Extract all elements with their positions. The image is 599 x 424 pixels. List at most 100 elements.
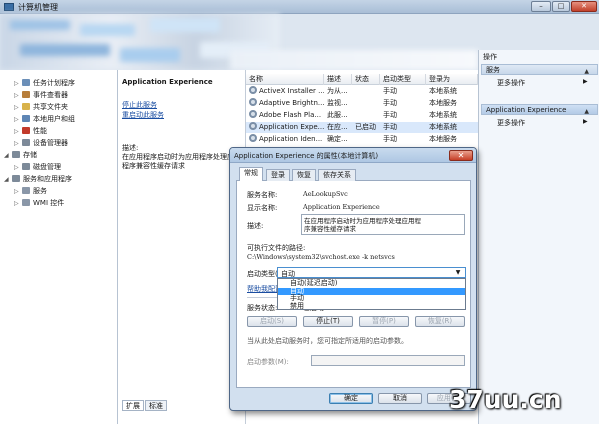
actions-section-header[interactable]: 服务 ▲ [481,64,598,75]
service-startup-cell: 手动 [383,135,397,143]
list-rows: ActiveX Installer ... 为从... 手动 本地系统 Adaptive… [246,86,478,146]
service-name-label: 服务名称: [247,191,278,199]
start-params-input[interactable] [311,355,465,366]
startup-option[interactable]: 禁用 [278,302,465,310]
dialog-title: Application Experience 的属性(本地计算机) [234,152,379,160]
service-gear-icon [249,134,257,142]
chevron-down-icon[interactable]: ▼ [453,268,463,277]
tree-item[interactable]: ▷ 共享文件夹 [14,102,68,113]
tree-item[interactable]: ▷ 本地用户和组 [14,114,75,125]
tree-item-icon [22,79,30,86]
view-tab[interactable]: 标准 [145,400,167,411]
collapse-arrow-icon[interactable]: ▲ [584,106,589,117]
stop-service-link[interactable]: 停止此服务 [122,100,157,110]
startup-option[interactable]: 自动 [278,287,465,295]
more-actions-link[interactable]: 更多操作 ▶ [497,78,588,88]
service-status-cell: 已启动 [355,123,376,131]
service-desc-cell: 确定... [327,135,348,143]
ok-button[interactable]: 确定 [329,393,373,404]
tree-item-label: WMI 控件 [33,199,65,207]
dialog-tab[interactable]: 常规 [239,167,263,181]
tree-item[interactable]: ▷ 任务计划程序 [14,78,75,89]
expand-arrow-icon[interactable]: ▷ [14,162,22,173]
tree-item-label: 磁盘管理 [33,163,61,171]
actions-pane: 操作 服务 ▲ 更多操作 ▶ Application Experience ▲ 更多操作 ▶ [478,50,599,424]
expand-arrow-icon[interactable]: ▷ [14,114,22,125]
tree-item[interactable]: ◢ 存储 [4,150,37,161]
tree-item-label: 设备管理器 [33,139,68,147]
selected-service-name: Application Experience [122,78,213,86]
expand-arrow-icon[interactable]: ◢ [4,174,12,185]
expand-arrow-icon[interactable]: ◢ [4,150,12,161]
service-logon-cell: 本地系统 [429,123,457,131]
service-desc-cell: 在应... [327,123,348,131]
start-params-hint: 当从此处启动服务时，您可指定所适用的启动参数。 [247,337,408,345]
submenu-arrow-icon: ▶ [583,118,588,125]
expand-arrow-icon[interactable]: ▷ [14,126,22,137]
expand-arrow-icon[interactable]: ▷ [14,198,22,209]
tree-item-label: 性能 [33,127,47,135]
resume-button[interactable]: 恢复(R) [415,316,465,327]
tree-item[interactable]: ▷ 设备管理器 [14,138,68,149]
restart-service-link[interactable]: 重启动此服务 [122,110,164,120]
maximize-button[interactable]: □ [552,1,570,12]
startup-type-combobox[interactable]: 自动 ▼ [277,267,466,278]
pause-button[interactable]: 暂停(P) [359,316,409,327]
general-tab-panel: 服务名称: AeLookupSvc 显示名称: Application Expe… [236,180,471,388]
service-row[interactable]: Application Iden... 确定... 手动 本地服务 [246,134,478,145]
service-row[interactable]: Adobe Flash Pla... 此服... 手动 本地系统 [246,110,478,121]
tree-item-icon [22,115,30,122]
more-actions-label: 更多操作 [497,79,525,87]
expand-arrow-icon[interactable]: ▷ [14,90,22,101]
collapse-arrow-icon[interactable]: ▲ [584,66,589,77]
service-startup-cell: 手动 [383,87,397,95]
dialog-tab[interactable]: 登录 [266,169,290,181]
computer-management-icon [4,3,14,11]
actions-section-label: 服务 [486,66,500,74]
tree-item-icon [22,91,30,98]
expand-arrow-icon[interactable]: ▷ [14,78,22,89]
more-actions-link[interactable]: 更多操作 ▶ [497,118,588,128]
expand-arrow-icon[interactable]: ▷ [14,186,22,197]
column-header[interactable]: 登录为 [426,74,478,85]
navigation-tree: ▷ 任务计划程序 ▷ 事件查看器 ▷ 共享文件夹 ▷ 本地用户和组 ▷ 性能 ▷ 设备管理器 ◢ 存储 ▷ 磁… [0,70,118,424]
stop-button[interactable]: 停止(T) [303,316,353,327]
actions-section-header[interactable]: Application Experience ▲ [481,104,598,115]
service-row[interactable]: Application Expe... 在应... 已启动 手动 本地系统 [246,122,478,133]
tree-item[interactable]: ▷ 服务 [14,186,47,197]
tree-item[interactable]: ▷ 性能 [14,126,47,137]
start-params-label: 启动参数(M): [247,358,289,366]
expand-arrow-icon[interactable]: ▷ [14,138,22,149]
dialog-tab[interactable]: 恢复 [292,169,316,181]
expand-arrow-icon[interactable]: ▷ [14,102,22,113]
start-button[interactable]: 启动(S) [247,316,297,327]
startup-option[interactable]: 手动 [278,295,465,302]
tree-item[interactable]: ▷ 磁盘管理 [14,162,61,173]
tree-item[interactable]: ▷ WMI 控件 [14,198,64,209]
tree-item[interactable]: ▷ 事件查看器 [14,90,68,101]
service-row[interactable]: Adaptive Brightn... 监视... 手动 本地服务 [246,98,478,109]
column-header[interactable]: 状态 [352,74,380,85]
tree-item-label: 服务 [33,187,47,195]
startup-option[interactable]: 自动(延迟启动) [278,280,465,287]
close-button[interactable]: ✕ [571,1,597,12]
tree-item-icon [12,175,20,182]
column-header[interactable]: 描述 [324,74,352,85]
submenu-arrow-icon: ▶ [583,78,588,85]
minimize-button[interactable]: – [531,1,551,12]
dialog-close-button[interactable]: ✕ [449,150,473,161]
dialog-tab[interactable]: 依存关系 [318,169,356,181]
window-titlebar: 计算机管理 – □ ✕ [0,0,599,14]
service-startup-cell: 手动 [383,111,397,119]
service-description-pane: Application Experience 停止此服务 重启动此服务 描述: … [118,70,246,424]
dialog-titlebar: Application Experience 的属性(本地计算机) [230,148,476,163]
column-header[interactable]: 名称 [246,74,324,85]
tree-item[interactable]: ◢ 服务和应用程序 [4,174,72,185]
column-header[interactable]: 启动类型 [380,74,426,85]
view-tab[interactable]: 扩展 [122,400,144,411]
cancel-button[interactable]: 取消 [378,393,422,404]
service-row[interactable]: ActiveX Installer ... 为从... 手动 本地系统 [246,86,478,97]
tree-item-icon [22,103,30,110]
description-box[interactable]: 在应用程序启动时为应用程序处理应用程序兼容性缓存请求 [301,214,465,235]
service-name-cell: Application Expe... [246,122,324,133]
